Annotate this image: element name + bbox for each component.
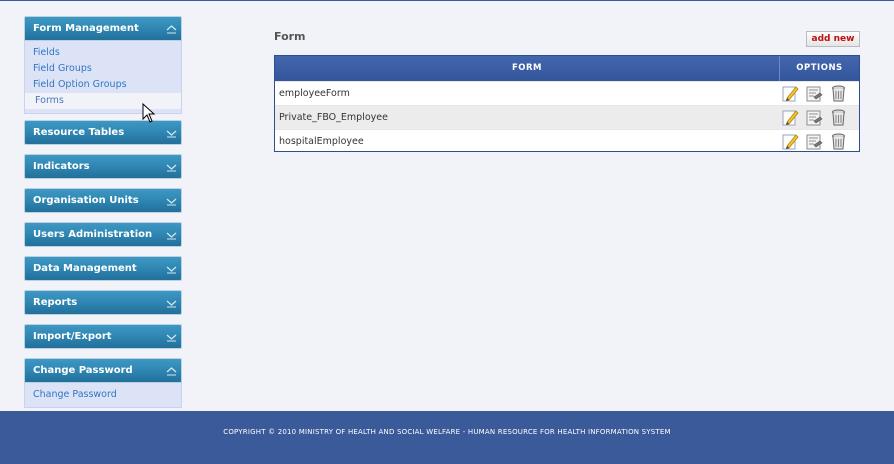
- menu-title: Indicators: [33, 161, 90, 172]
- table-header: FORM OPTIONS: [275, 56, 859, 81]
- menu-import-export[interactable]: Import/Export: [24, 324, 182, 349]
- section-edit-icon[interactable]: [805, 84, 824, 103]
- chevron-up-icon: [166, 25, 177, 34]
- chevron-down-icon: [166, 232, 177, 240]
- delete-icon[interactable]: [829, 132, 848, 151]
- chevron-down-icon: [166, 164, 177, 172]
- edit-icon[interactable]: [781, 108, 800, 127]
- top-border: [0, 0, 894, 1]
- sidebar-item-field-option-groups[interactable]: Field Option Groups: [25, 77, 181, 93]
- row-options: [779, 84, 859, 103]
- menu-change-password[interactable]: Change Password: [24, 358, 182, 383]
- menu-reports[interactable]: Reports: [24, 290, 182, 315]
- sidebar-item-fields[interactable]: Fields: [25, 45, 181, 61]
- menu-indicators[interactable]: Indicators: [24, 154, 182, 179]
- menu-resource-tables[interactable]: Resource Tables: [24, 120, 182, 145]
- chevron-down-icon: [166, 130, 177, 138]
- delete-icon[interactable]: [829, 108, 848, 127]
- form-table: FORM OPTIONS employeeForm Private_FBO_Em…: [274, 55, 860, 152]
- row-options: [779, 132, 859, 151]
- menu-title: Organisation Units: [33, 195, 139, 206]
- menu-form-management[interactable]: Form Management: [24, 16, 182, 41]
- edit-icon[interactable]: [781, 132, 800, 151]
- table-row: hospitalEmployee: [275, 129, 859, 153]
- form-name-cell: Private_FBO_Employee: [279, 112, 388, 123]
- column-header-form[interactable]: FORM: [275, 56, 780, 81]
- menu-title: Reports: [33, 297, 78, 308]
- menu-users-administration[interactable]: Users Administration: [24, 222, 182, 247]
- sidebar-item-forms[interactable]: Forms: [25, 93, 181, 109]
- column-header-options: OPTIONS: [796, 63, 843, 73]
- table-row: employeeForm: [275, 81, 859, 105]
- edit-icon[interactable]: [781, 84, 800, 103]
- menu-title: Resource Tables: [33, 127, 125, 138]
- row-options: [779, 108, 859, 127]
- chevron-down-icon: [166, 266, 177, 274]
- menu-title: Data Management: [33, 263, 137, 274]
- add-new-button[interactable]: add new: [806, 31, 860, 47]
- table-row: Private_FBO_Employee: [275, 105, 859, 129]
- section-edit-icon[interactable]: [805, 108, 824, 127]
- submenu-change-password: Change Password: [24, 383, 182, 408]
- menu-title: Import/Export: [33, 331, 112, 342]
- menu-title: Form Management: [33, 23, 139, 34]
- sidebar: Form Management Fields Field Groups Fiel…: [24, 16, 182, 414]
- menu-organisation-units[interactable]: Organisation Units: [24, 188, 182, 213]
- menu-title: Change Password: [33, 365, 133, 376]
- section-edit-icon[interactable]: [805, 132, 824, 151]
- menu-data-management[interactable]: Data Management: [24, 256, 182, 281]
- chevron-down-icon: [166, 198, 177, 206]
- sidebar-item-change-password[interactable]: Change Password: [25, 387, 181, 403]
- menu-title: Users Administration: [33, 229, 153, 240]
- submenu-form-management: Fields Field Groups Field Option Groups …: [24, 41, 182, 114]
- page-title: Form: [274, 30, 306, 43]
- form-name-cell: employeeForm: [279, 88, 350, 99]
- footer-copyright: COPYRIGHT © 2010 MINISTRY OF HEALTH AND …: [223, 428, 671, 436]
- chevron-down-icon: [166, 334, 177, 342]
- footer: COPYRIGHT © 2010 MINISTRY OF HEALTH AND …: [0, 411, 894, 464]
- form-name-cell: hospitalEmployee: [279, 136, 364, 147]
- chevron-up-icon: [166, 367, 177, 376]
- mouse-cursor-icon: [142, 103, 156, 123]
- sidebar-item-field-groups[interactable]: Field Groups: [25, 61, 181, 77]
- delete-icon[interactable]: [829, 84, 848, 103]
- chevron-down-icon: [166, 300, 177, 308]
